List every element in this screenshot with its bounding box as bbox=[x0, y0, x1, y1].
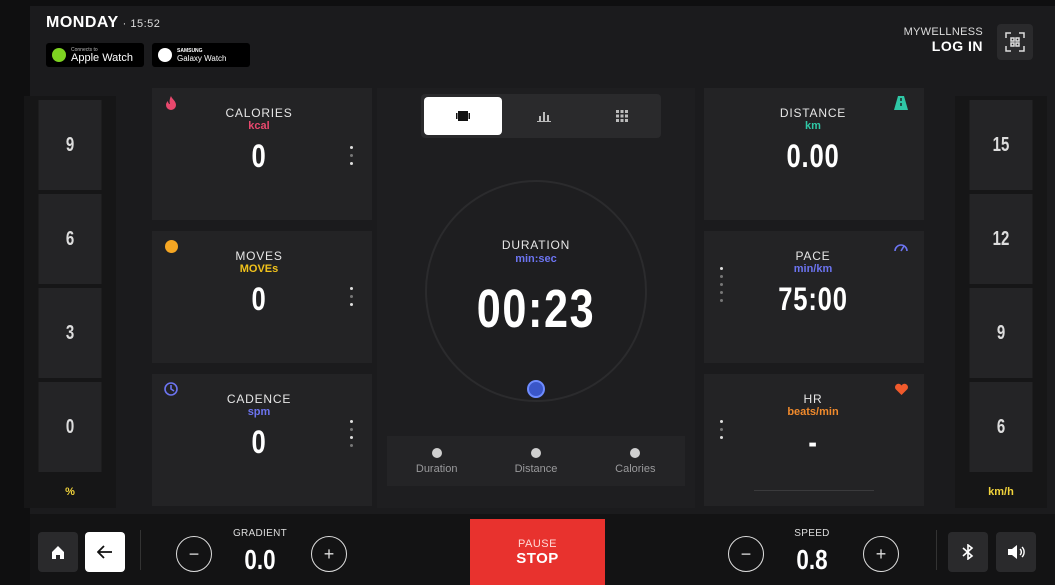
hr-name: HR bbox=[803, 392, 823, 406]
target-distance-button[interactable]: Distance bbox=[486, 436, 585, 486]
volume-button[interactable] bbox=[996, 532, 1036, 572]
grid-view-icon[interactable] bbox=[583, 94, 661, 138]
cadence-name: CADENCE bbox=[226, 392, 292, 406]
distance-name: DISTANCE bbox=[779, 106, 847, 120]
moves-name: MOVES bbox=[235, 249, 283, 263]
hr-unit: beats/min bbox=[787, 406, 839, 418]
speed-plus-button[interactable]: + bbox=[863, 536, 899, 572]
cadence-more-icon[interactable] bbox=[350, 420, 354, 447]
flame-icon bbox=[162, 94, 180, 112]
play-icon bbox=[630, 447, 641, 458]
gradient-label: GRADIENT bbox=[232, 528, 288, 539]
home-icon bbox=[52, 546, 64, 559]
pause-stop-button[interactable]: PAUSE STOP bbox=[470, 519, 605, 585]
mywellness-label: MYWELLNESS bbox=[903, 26, 983, 38]
duration-value: 00:23 bbox=[476, 279, 596, 339]
login-button[interactable]: LOG IN bbox=[904, 38, 983, 54]
gradient-level-button[interactable]: 6 bbox=[38, 194, 102, 284]
home-button[interactable] bbox=[38, 532, 78, 572]
calories-more-icon[interactable] bbox=[350, 146, 354, 165]
cadence-value: 0 bbox=[251, 424, 267, 460]
bluetooth-button[interactable] bbox=[948, 532, 988, 572]
moves-unit: MOVEs bbox=[239, 263, 279, 275]
stop-label: STOP bbox=[516, 549, 559, 567]
day-time: MONDAY · 15:52 bbox=[46, 14, 160, 32]
gradient-value: 0.0 bbox=[244, 544, 276, 575]
cadence-unit: spm bbox=[247, 406, 271, 418]
samsung-watch-badge[interactable]: SAMSUNG Galaxy Watch bbox=[152, 43, 250, 67]
moves-more-icon[interactable] bbox=[350, 287, 354, 306]
speed-unit: km/h bbox=[988, 486, 1014, 498]
gradient-minus-button[interactable]: − bbox=[176, 536, 212, 572]
pace-value: 75:00 bbox=[778, 281, 848, 317]
moves-tile[interactable]: MOVES MOVEs 0 bbox=[152, 231, 372, 363]
hr-more-icon[interactable] bbox=[720, 420, 724, 439]
clock: · 15:52 bbox=[122, 18, 161, 30]
road-icon bbox=[892, 94, 910, 112]
speed-scale: 15 12 9 6 km/h bbox=[955, 96, 1047, 508]
cadence-tile[interactable]: CADENCE spm 0 bbox=[152, 374, 372, 506]
gradient-plus-button[interactable]: + bbox=[311, 536, 347, 572]
bluetooth-icon bbox=[962, 544, 974, 560]
target-duration-button[interactable]: Duration bbox=[387, 436, 486, 486]
gradient-unit: % bbox=[65, 486, 75, 498]
duration-unit: min:sec bbox=[515, 253, 557, 265]
apple-watch-badge[interactable]: Connects to Apple Watch bbox=[46, 43, 144, 67]
qr-code-icon[interactable] bbox=[997, 24, 1033, 60]
calories-unit: kcal bbox=[248, 120, 270, 132]
workout-targets: Duration Distance Calories bbox=[387, 436, 685, 486]
target-calories-button[interactable]: Calories bbox=[586, 436, 685, 486]
mywellness-login[interactable]: MYWELLNESS LOG IN bbox=[904, 26, 983, 54]
pause-label: PAUSE bbox=[518, 537, 557, 550]
view-tabs bbox=[421, 94, 661, 138]
gradient-level-button[interactable]: 9 bbox=[38, 100, 102, 190]
gradient-scale: 9 6 3 0 % bbox=[24, 96, 116, 508]
divider bbox=[936, 530, 937, 570]
main-display: DURATION min:sec 00:23 Duration Distance… bbox=[377, 88, 695, 508]
hr-tile[interactable]: HR beats/min - bbox=[704, 374, 924, 506]
hr-divider bbox=[754, 490, 874, 491]
distance-value: 0.00 bbox=[786, 138, 840, 174]
calories-name: CALORIES bbox=[225, 106, 293, 120]
play-icon bbox=[431, 447, 442, 458]
chart-view-icon[interactable] bbox=[505, 94, 583, 138]
play-icon bbox=[530, 447, 541, 458]
heart-icon bbox=[892, 380, 910, 398]
calories-tile[interactable]: CALORIES kcal 0 bbox=[152, 88, 372, 220]
hr-value: - bbox=[808, 424, 818, 460]
speed-level-button[interactable]: 12 bbox=[969, 194, 1033, 284]
volume-icon bbox=[1008, 545, 1025, 559]
cadence-icon bbox=[162, 380, 180, 398]
day-label: MONDAY bbox=[46, 14, 119, 31]
speed-label: SPEED bbox=[794, 528, 830, 539]
pace-tile[interactable]: PACE min/km 75:00 bbox=[704, 231, 924, 363]
speed-value: 0.8 bbox=[796, 544, 828, 575]
distance-tile[interactable]: DISTANCE km 0.00 bbox=[704, 88, 924, 220]
arrow-left-icon bbox=[97, 545, 112, 559]
pace-name: PACE bbox=[795, 249, 831, 263]
calories-value: 0 bbox=[251, 138, 267, 174]
speed-level-button[interactable]: 15 bbox=[969, 100, 1033, 190]
duration-name: DURATION bbox=[501, 238, 571, 252]
gradient-level-button[interactable]: 0 bbox=[38, 382, 102, 472]
gauge-icon bbox=[892, 237, 910, 255]
moves-value: 0 bbox=[251, 281, 267, 317]
pace-more-icon[interactable] bbox=[720, 267, 724, 302]
gradient-level-button[interactable]: 3 bbox=[38, 288, 102, 378]
moves-dot-icon bbox=[162, 237, 180, 255]
divider bbox=[140, 530, 141, 570]
distance-unit: km bbox=[805, 120, 821, 132]
apple-watch-icon bbox=[52, 48, 66, 62]
samsung-watch-icon bbox=[158, 48, 172, 62]
single-view-icon[interactable] bbox=[424, 97, 502, 135]
speed-level-button[interactable]: 6 bbox=[969, 382, 1033, 472]
back-button[interactable] bbox=[85, 532, 125, 572]
speed-level-button[interactable]: 9 bbox=[969, 288, 1033, 378]
target-indicator-icon[interactable] bbox=[527, 380, 545, 398]
pace-unit: min/km bbox=[793, 263, 833, 275]
speed-minus-button[interactable]: − bbox=[728, 536, 764, 572]
